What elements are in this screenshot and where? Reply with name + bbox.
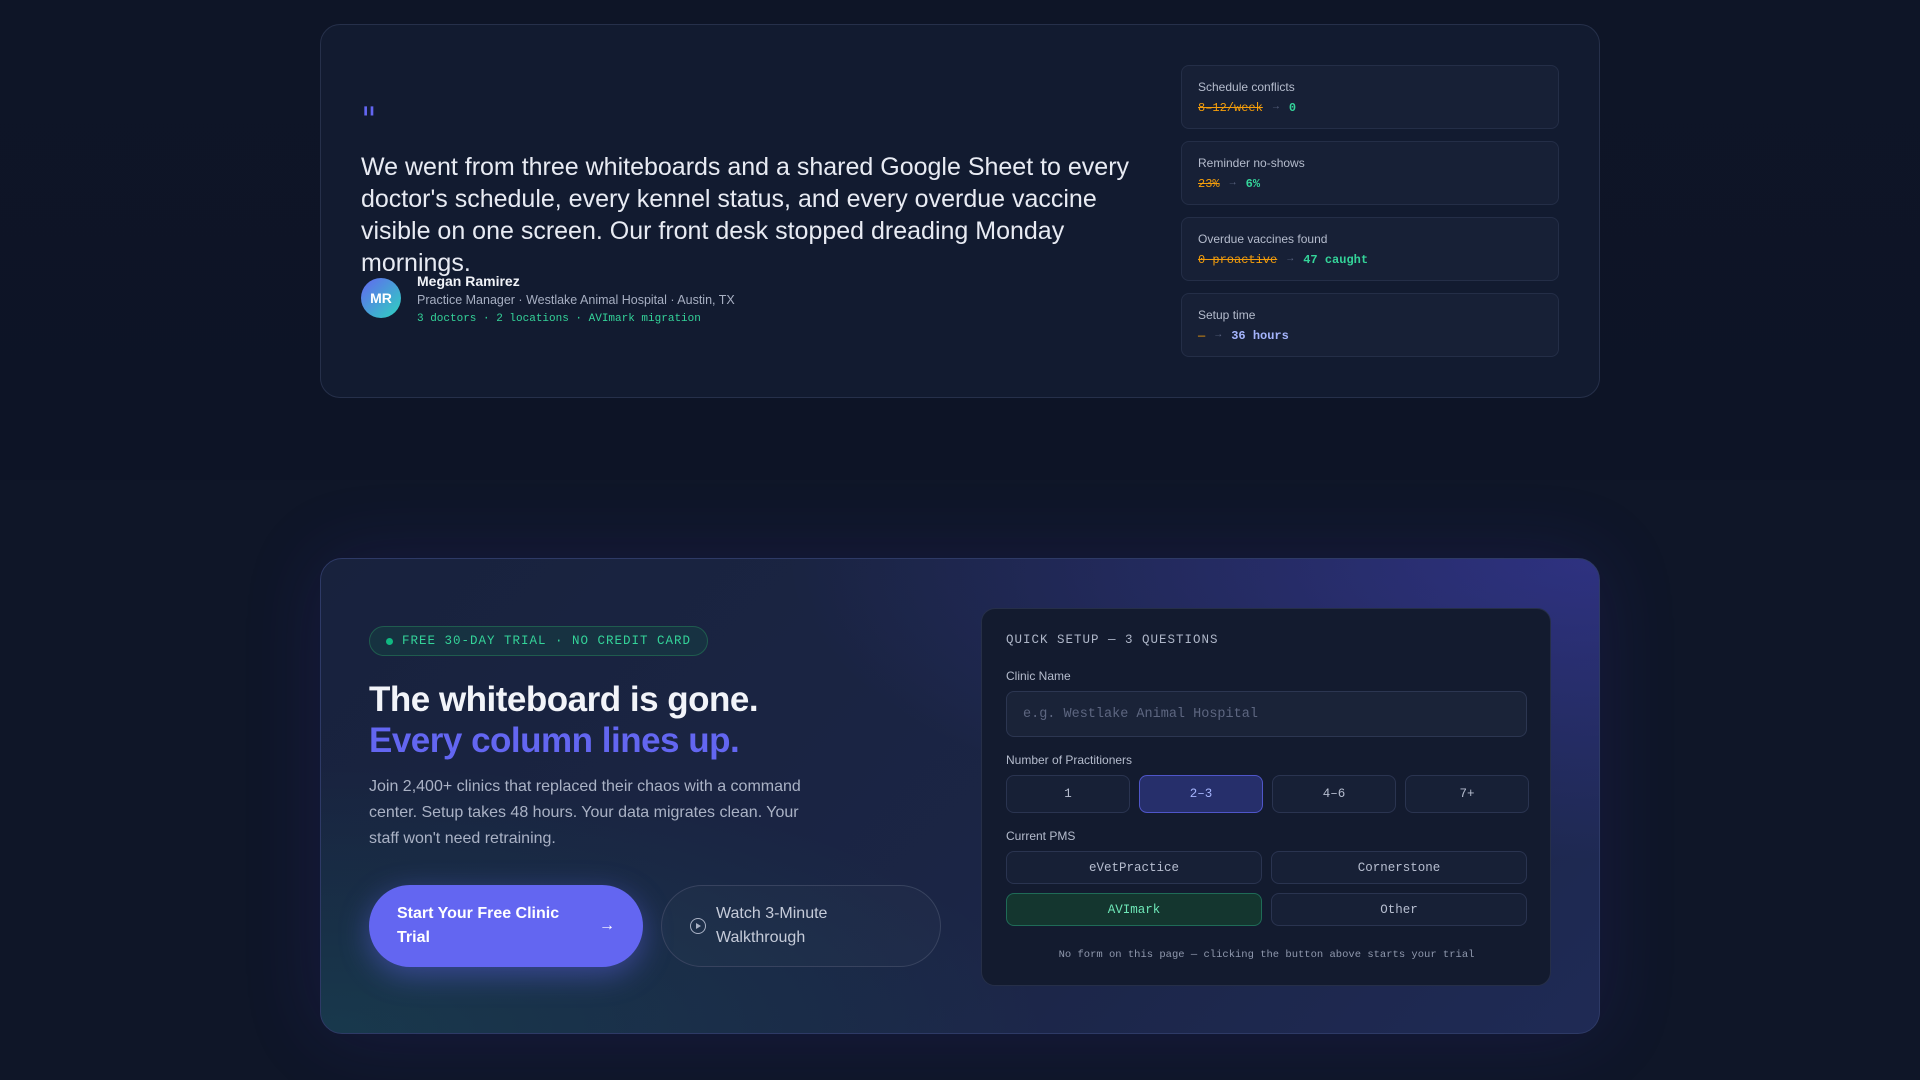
practitioner-option-4-6[interactable]: 4–6 [1272,775,1396,813]
author-name: Megan Ramirez [417,273,520,289]
pms-option-evetpractice[interactable]: eVetPractice [1006,851,1262,884]
metric-values: — → 36 hours [1198,328,1542,344]
setup-note: No form on this page — clicking the butt… [1058,949,1475,961]
cta-card: FREE 30-DAY TRIAL · NO CREDIT CARD The w… [320,558,1600,1034]
testimonial-author: MR Megan Ramirez Practice Manager · West… [361,272,735,327]
clinic-name-input[interactable] [1006,691,1527,737]
quick-setup-panel: QUICK SETUP — 3 QUESTIONS Clinic Name Nu… [981,608,1551,986]
pms-option-other[interactable]: Other [1271,893,1527,926]
setup-title: QUICK SETUP — 3 QUESTIONS [1006,633,1219,647]
metric-values: 0 proactive → 47 caught [1198,252,1542,268]
start-trial-label: Start Your Free Clinic Trial [397,905,560,946]
watch-walkthrough-label: Watch 3-Minute Walkthrough [716,905,828,946]
practitioners-selector: 1 2–3 4–6 7+ [1006,775,1529,813]
metric-before: 23% [1198,177,1220,191]
metric-after: 47 caught [1303,253,1369,267]
metrics-list: Schedule conflicts 8–12/week → 0 Reminde… [1181,65,1559,369]
headline-line-1: The whiteboard is gone. [369,680,759,719]
metric-setup-time: Setup time — → 36 hours [1181,293,1559,357]
quote-mark-icon: " [361,100,377,140]
metric-reminder-no-shows: Reminder no-shows 23% → 6% [1181,141,1559,205]
metric-after: 36 hours [1231,329,1289,343]
pms-option-cornerstone[interactable]: Cornerstone [1271,851,1527,884]
metric-before: — [1198,329,1206,343]
practitioner-option-1[interactable]: 1 [1006,775,1130,813]
pms-option-avimark[interactable]: AVImark [1006,893,1262,926]
headline-line-2: Every column lines up. [369,721,740,760]
watch-walkthrough-button[interactable]: Watch 3-Minute Walkthrough [661,885,941,967]
trial-badge: FREE 30-DAY TRIAL · NO CREDIT CARD [369,626,709,656]
start-trial-button[interactable]: Start Your Free Clinic Trial → [369,885,643,967]
cta-headline: The whiteboard is gone. Every column lin… [369,679,759,761]
arrow-right-icon: → [1272,102,1279,113]
metric-values: 23% → 6% [1198,176,1542,192]
metric-overdue-vaccines: Overdue vaccines found 0 proactive → 47 … [1181,217,1559,281]
testimonial-card: " We went from three whiteboards and a s… [320,24,1600,398]
practitioner-option-7-plus[interactable]: 7+ [1405,775,1529,813]
pms-selector: eVetPractice Cornerstone AVImark Other [1006,851,1527,926]
practitioners-label: Number of Practitioners [1006,753,1133,767]
arrow-right-icon: → [599,917,615,934]
clinic-name-label: Clinic Name [1006,669,1071,683]
arrow-right-icon: → [1287,254,1294,265]
metric-before: 8–12/week [1198,101,1263,115]
metric-label: Setup time [1198,308,1256,322]
arrow-right-icon: → [1229,178,1236,189]
metric-label: Reminder no-shows [1198,156,1305,170]
author-role: Practice Manager · Westlake Animal Hospi… [417,293,735,307]
practitioner-option-2-3[interactable]: 2–3 [1139,775,1263,813]
metric-schedule-conflicts: Schedule conflicts 8–12/week → 0 [1181,65,1559,129]
trial-badge-label: FREE 30-DAY TRIAL · NO CREDIT CARD [402,634,692,648]
author-info: Megan Ramirez Practice Manager · Westlak… [417,272,735,327]
author-meta: 3 doctors · 2 locations · AVImark migrat… [417,313,701,325]
pms-label: Current PMS [1006,829,1076,843]
metric-label: Overdue vaccines found [1198,232,1328,246]
metric-label: Schedule conflicts [1198,80,1295,94]
metric-before: 0 proactive [1198,253,1278,267]
status-dot-icon [386,637,393,645]
metric-after: 0 [1288,101,1297,115]
avatar: MR [361,278,401,318]
testimonial-quote: We went from three whiteboards and a sha… [361,153,1130,277]
cta-body: Join 2,400+ clinics that replaced their … [369,778,801,847]
metric-after: 6% [1245,177,1261,191]
play-icon [690,918,706,934]
arrow-right-icon: → [1215,330,1222,341]
metric-values: 8–12/week → 0 [1198,100,1542,116]
